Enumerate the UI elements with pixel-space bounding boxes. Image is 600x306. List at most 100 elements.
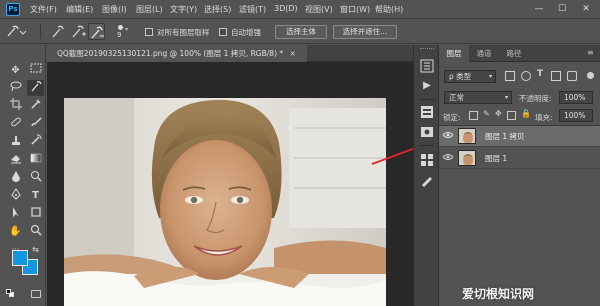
layer-row-original[interactable]: 图层 1 xyxy=(439,148,600,169)
default-colors-icon[interactable] xyxy=(6,289,14,297)
history-panel-icon[interactable] xyxy=(420,59,434,73)
sample-all-layers-label: 对所有图层取样 xyxy=(157,28,210,37)
document-canvas[interactable] xyxy=(64,98,386,306)
menu-layer[interactable]: 图层(L) xyxy=(136,4,163,15)
quick-mask-icon[interactable] xyxy=(31,290,41,298)
menu-3d[interactable]: 3D(D) xyxy=(274,4,298,13)
layer-row-copy[interactable]: 图层 1 拷贝 xyxy=(439,126,600,147)
panel-menu-icon[interactable]: ≡ xyxy=(587,48,594,57)
eyedropper-tool-icon[interactable] xyxy=(27,98,44,114)
path-selection-tool-icon[interactable] xyxy=(7,206,24,222)
close-tab-icon[interactable]: × xyxy=(290,49,296,58)
filter-type-icon[interactable]: T xyxy=(537,69,543,79)
options-bar: 9 ▾ 对所有图层取样 自动增强 选择主体 选择并遮住... xyxy=(0,19,600,44)
filter-toggle-icon[interactable] xyxy=(587,72,594,79)
add-to-selection-icon[interactable] xyxy=(70,23,87,40)
quick-selection-tool-icon[interactable] xyxy=(27,80,44,96)
fill-field[interactable]: 100% xyxy=(559,109,593,122)
lock-transparent-icon[interactable] xyxy=(469,111,478,120)
menu-bar: Ps 文件(F) 编辑(E) 图像(I) 图层(L) 文字(Y) 选择(S) 滤… xyxy=(0,0,600,19)
chevron-down-icon: ▾ xyxy=(504,94,508,101)
tab-layers[interactable]: 图层 xyxy=(439,45,469,62)
document-tab[interactable]: QQ截图20190325130121.png @ 100% (图层 1 拷贝, … xyxy=(47,45,307,62)
filter-kind-dropdown[interactable]: ρ 类型 ▾ xyxy=(444,70,496,83)
eye-icon[interactable] xyxy=(442,153,454,163)
fill-label: 填充: xyxy=(535,113,553,122)
eye-icon[interactable] xyxy=(442,131,454,141)
auto-enhance-checkbox[interactable] xyxy=(219,28,227,36)
collapsed-panels-strip: ▶ xyxy=(413,45,439,306)
menu-file[interactable]: 文件(F) xyxy=(30,4,57,15)
lock-all-icon[interactable]: 🔒 xyxy=(521,109,531,118)
new-selection-icon[interactable] xyxy=(50,23,67,40)
properties-panel-icon[interactable] xyxy=(420,105,434,119)
move-tool-icon[interactable]: ✥ xyxy=(7,63,24,79)
layers-panel: 图层 通道 路径 ≡ ρ 类型 ▾ T 正常 ▾ 不透明度: 100% 锁定: … xyxy=(439,45,600,306)
opacity-field[interactable]: 100% xyxy=(559,91,593,104)
tab-channels[interactable]: 通道 xyxy=(469,45,499,62)
crop-tool-icon[interactable] xyxy=(7,98,24,114)
swatches-panel-icon[interactable] xyxy=(420,153,434,167)
options-divider xyxy=(40,24,41,39)
maximize-icon[interactable]: ☐ xyxy=(551,2,573,16)
dodge-tool-icon[interactable] xyxy=(27,170,44,186)
brush-size-value: 9 xyxy=(117,31,122,39)
menu-edit[interactable]: 编辑(E) xyxy=(66,4,93,15)
portrait-photo xyxy=(64,98,386,306)
brush-tool-icon[interactable] xyxy=(27,116,44,132)
hand-tool-icon[interactable]: ✋ xyxy=(7,224,24,240)
layer-thumbnail xyxy=(458,150,476,166)
adjustments-panel-icon[interactable] xyxy=(420,125,434,139)
menu-type[interactable]: 文字(Y) xyxy=(170,4,197,15)
tab-paths[interactable]: 路径 xyxy=(499,45,529,62)
lock-artboard-icon[interactable] xyxy=(507,111,516,120)
actions-play-icon[interactable]: ▶ xyxy=(420,79,434,93)
chevron-down-icon: ▾ xyxy=(125,26,129,33)
pen-tool-icon[interactable] xyxy=(7,188,24,204)
clone-stamp-tool-icon[interactable] xyxy=(7,134,24,150)
subtract-from-selection-icon[interactable] xyxy=(88,23,105,40)
blend-mode-dropdown[interactable]: 正常 ▾ xyxy=(444,91,512,104)
blur-tool-icon[interactable] xyxy=(7,170,24,186)
document-tab-bar: QQ截图20190325130121.png @ 100% (图层 1 拷贝, … xyxy=(47,45,413,62)
lock-position-icon[interactable]: ✥ xyxy=(495,109,502,118)
select-and-mask-button[interactable]: 选择并遮住... xyxy=(333,25,397,39)
gradient-tool-icon[interactable] xyxy=(27,152,44,168)
filter-pixel-icon[interactable] xyxy=(505,71,515,81)
lasso-tool-icon[interactable] xyxy=(7,80,24,96)
rectangle-tool-icon[interactable] xyxy=(27,206,44,222)
filter-kind-label: ρ 类型 xyxy=(449,72,472,81)
menu-view[interactable]: 视图(V) xyxy=(305,4,333,15)
panel-tabs: 图层 通道 路径 ≡ xyxy=(439,45,600,62)
menu-image[interactable]: 图像(I) xyxy=(102,4,127,15)
swap-colors-icon[interactable]: ⇆ xyxy=(27,242,44,258)
layer-name: 图层 1 拷贝 xyxy=(485,132,525,141)
marquee-tool-icon[interactable] xyxy=(27,63,44,79)
opacity-value: 100% xyxy=(564,93,586,102)
filter-shape-icon[interactable] xyxy=(551,71,561,81)
eraser-tool-icon[interactable] xyxy=(7,152,24,168)
quick-selection-preset-icon[interactable] xyxy=(5,23,27,40)
styles-panel-icon[interactable] xyxy=(420,173,434,187)
lock-label: 锁定: xyxy=(443,113,461,122)
zoom-tool-icon[interactable] xyxy=(27,224,44,240)
menu-filter[interactable]: 滤镜(T) xyxy=(239,4,266,15)
close-icon[interactable]: ✕ xyxy=(575,2,597,16)
filter-adjustment-icon[interactable] xyxy=(521,71,531,81)
brush-size-picker[interactable]: 9 ▾ xyxy=(114,23,130,40)
minimize-icon[interactable]: — xyxy=(528,2,550,16)
select-subject-button[interactable]: 选择主体 xyxy=(275,25,327,39)
chevron-down-icon: ▾ xyxy=(488,73,492,80)
healing-brush-tool-icon[interactable] xyxy=(7,116,24,132)
filter-smart-object-icon[interactable] xyxy=(567,71,577,81)
foreground-color-swatch[interactable] xyxy=(12,250,28,266)
history-brush-tool-icon[interactable] xyxy=(27,134,44,150)
type-tool-icon[interactable]: T xyxy=(27,188,44,204)
sample-all-layers-checkbox[interactable] xyxy=(145,28,153,36)
menu-help[interactable]: 帮助(H) xyxy=(375,4,403,15)
menu-select[interactable]: 选择(S) xyxy=(204,4,231,15)
lock-pixels-icon[interactable]: ✎ xyxy=(483,109,490,118)
menu-window[interactable]: 窗口(W) xyxy=(340,4,370,15)
document-tab-title: QQ截图20190325130121.png @ 100% (图层 1 拷贝, … xyxy=(57,49,284,58)
layer-name: 图层 1 xyxy=(485,154,508,163)
